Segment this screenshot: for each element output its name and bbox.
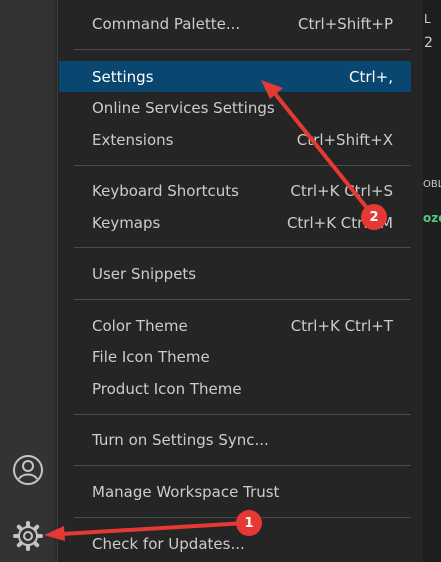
menu-item-label: Product Icon Theme <box>92 379 242 398</box>
menu-item-shortcut: Ctrl+K Ctrl+T <box>290 316 393 335</box>
gear-icon[interactable] <box>9 517 47 555</box>
menu-item-command-palette[interactable]: Command Palette... Ctrl+Shift+P <box>59 8 411 39</box>
menu-item-turn-on-settings-sync[interactable]: Turn on Settings Sync... <box>59 424 411 455</box>
menu-separator <box>74 414 411 415</box>
editor-edge-text: 2 <box>424 35 433 51</box>
menu-separator <box>74 299 411 300</box>
menu-item-label: Check for Updates... <box>92 534 245 553</box>
menu-item-shortcut: Ctrl+, <box>348 67 393 86</box>
editor-edge-text: ozo <box>423 211 441 225</box>
menu-item-extensions[interactable]: Extensions Ctrl+Shift+X <box>59 124 411 155</box>
menu-item-label: Settings <box>92 67 154 86</box>
annotation-badge-1: 1 <box>236 510 262 536</box>
menu-item-user-snippets[interactable]: User Snippets <box>59 258 411 289</box>
activity-bar <box>0 0 57 562</box>
menu-separator <box>74 247 411 248</box>
menu-item-label: File Icon Theme <box>92 347 210 366</box>
menu-item-label: Online Services Settings <box>92 98 275 117</box>
menu-item-label: Manage Workspace Trust <box>92 482 280 501</box>
menu-item-product-icon-theme[interactable]: Product Icon Theme <box>59 373 411 404</box>
menu-item-settings[interactable]: Settings Ctrl+, <box>59 61 411 92</box>
menu-item-label: Extensions <box>92 130 174 149</box>
editor-edge-text: L <box>424 12 431 26</box>
menu-item-keymaps[interactable]: Keymaps Ctrl+K Ctrl+M <box>59 207 411 238</box>
menu-item-online-services-settings[interactable]: Online Services Settings <box>59 92 411 123</box>
annotation-badge-2: 2 <box>361 204 387 230</box>
menu-item-label: Command Palette... <box>92 14 241 33</box>
menu-item-check-for-updates[interactable]: Check for Updates... <box>59 528 411 559</box>
menu-item-label: User Snippets <box>92 264 197 283</box>
menu-item-label: Keymaps <box>92 213 161 232</box>
menu-item-label: Color Theme <box>92 316 188 335</box>
menu-item-shortcut: Ctrl+Shift+P <box>298 14 393 33</box>
menu-item-keyboard-shortcuts[interactable]: Keyboard Shortcuts Ctrl+K Ctrl+S <box>59 175 411 206</box>
menu-separator <box>74 465 411 466</box>
editor-edge-text: OBL <box>423 179 441 190</box>
menu-item-color-theme[interactable]: Color Theme Ctrl+K Ctrl+T <box>59 310 411 341</box>
menu-item-shortcut: Ctrl+Shift+X <box>296 130 393 149</box>
menu-item-manage-workspace-trust[interactable]: Manage Workspace Trust <box>59 476 411 507</box>
menu-item-label: Turn on Settings Sync... <box>92 430 269 449</box>
menu-separator <box>74 49 411 50</box>
menu-separator <box>74 165 411 166</box>
menu-item-label: Keyboard Shortcuts <box>92 181 239 200</box>
editor-edge: L 2 OBL ozo <box>423 0 441 562</box>
account-icon[interactable] <box>9 451 47 489</box>
menu-item-file-icon-theme[interactable]: File Icon Theme <box>59 341 411 372</box>
manage-context-menu: Command Palette... Ctrl+Shift+P Settings… <box>57 0 424 562</box>
menu-item-shortcut: Ctrl+K Ctrl+S <box>290 181 393 200</box>
